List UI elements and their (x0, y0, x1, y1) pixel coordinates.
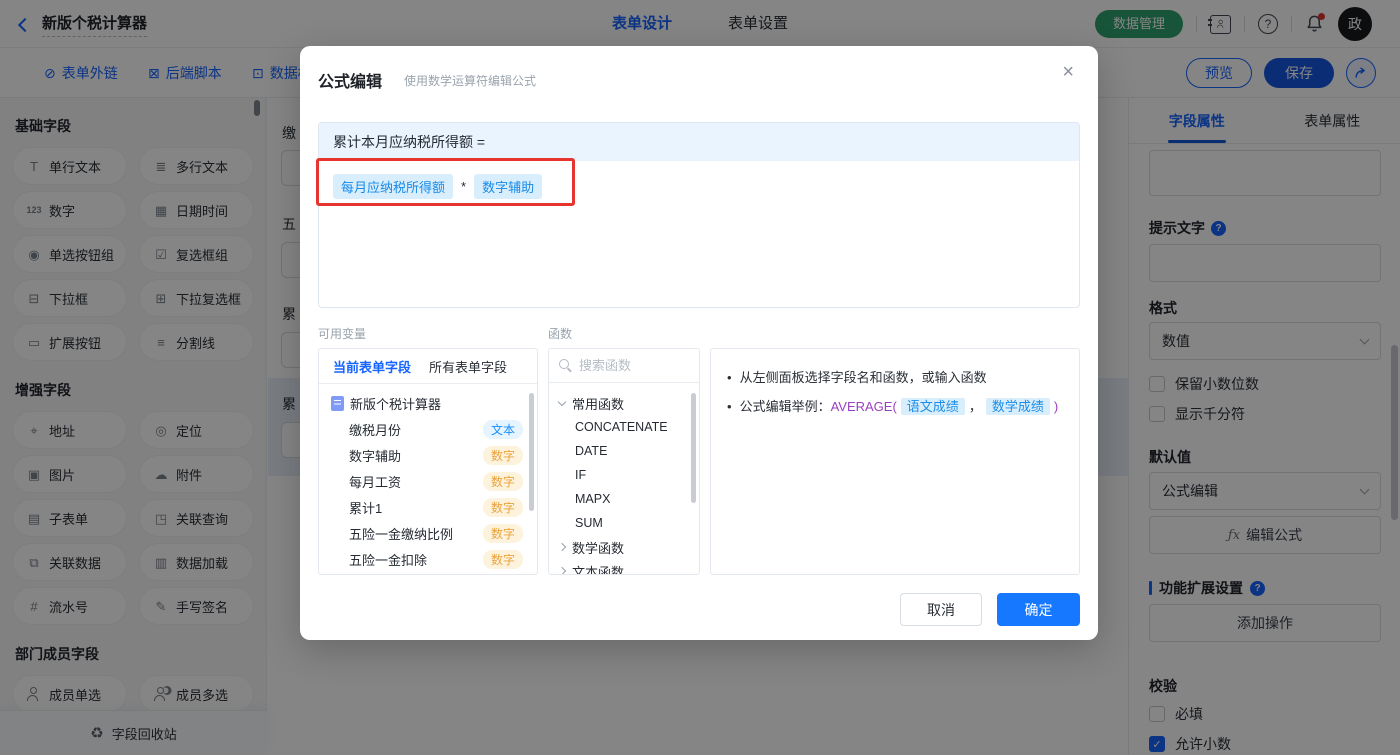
variable-name: 五险一金扣除 (349, 552, 428, 568)
formula-field-token[interactable]: 每月应纳税所得额 (333, 174, 454, 199)
formula-operator: * (461, 179, 467, 194)
variable-name: 缴税月份 (349, 422, 402, 438)
function-name: DATE (575, 444, 608, 458)
function-item[interactable]: SUM (549, 511, 699, 535)
formula-editor-modal: 公式编辑 使用数学运算符编辑公式 × 累计本月应纳税所得额 = 每月应纳税所得额… (300, 46, 1098, 640)
variable-row[interactable]: 数字辅助 数字 (319, 442, 537, 468)
variable-name: 数字辅助 (349, 448, 402, 464)
tab-current-form-fields[interactable]: 当前表单字段 (333, 357, 411, 376)
confirm-button[interactable]: 确定 (997, 593, 1080, 626)
formula-help-panel: • 从左侧面板选择字段名和函数，或输入函数 • 公式编辑举例：AVERAGE(语… (710, 348, 1080, 575)
form-doc-icon (331, 395, 344, 411)
group-label: 常用函数 (572, 396, 625, 412)
tab-all-form-fields[interactable]: 所有表单字段 (429, 357, 507, 376)
help-line-2: 公式编辑举例：AVERAGE(语文成绩，数学成绩) (739, 396, 1059, 417)
example-field-chip: 数学成绩 (985, 398, 1050, 415)
group-label: 数学函数 (572, 540, 625, 556)
function-group-text[interactable]: 文本函数 (549, 559, 699, 575)
help-line-1: 从左侧面板选择字段名和函数，或输入函数 (739, 370, 987, 385)
example-field-chip: 语文成绩 (900, 398, 965, 415)
example-label: 公式编辑举例： (739, 399, 831, 414)
example-function-open: AVERAGE( (830, 399, 897, 414)
app-root: 新版个税计算器 表单设计 表单设置 数据管理 ? 政 ⊘ 表单外链 ⊠ 后端脚本 (0, 0, 1400, 755)
function-search-input[interactable] (579, 358, 679, 373)
close-icon[interactable]: × (1062, 62, 1074, 82)
function-name: CONCATENATE (575, 420, 668, 434)
type-badge: 文本 (482, 419, 523, 439)
formula-field-token[interactable]: 数字辅助 (474, 174, 543, 199)
formula-input-area[interactable]: 每月应纳税所得额 * 数字辅助 (319, 161, 1079, 212)
formula-editor: 累计本月应纳税所得额 = 每月应纳税所得额 * 数字辅助 (318, 122, 1080, 308)
search-icon (559, 359, 572, 372)
function-search[interactable] (549, 349, 699, 383)
modal-title: 公式编辑 (318, 74, 383, 91)
example-comma: ， (968, 399, 982, 414)
function-item[interactable]: IF (549, 463, 699, 487)
variables-label: 可用变量 (318, 327, 367, 341)
function-name: IF (575, 468, 587, 482)
function-name: SUM (575, 516, 603, 530)
functions-panel: 常用函数 CONCATENATE DATE IF MAPX SUM 数学函数 文… (548, 348, 700, 575)
chevron-down-icon (557, 397, 567, 406)
variable-name: 累计1 (349, 500, 383, 516)
modal-subtitle: 使用数学运算符编辑公式 (404, 74, 537, 88)
variable-name: 五险一金缴纳比例 (349, 526, 454, 542)
type-badge: 数字 (482, 549, 523, 569)
variable-row[interactable]: 每月工资 数字 (319, 468, 537, 494)
type-badge: 数字 (482, 445, 523, 465)
function-group-math[interactable]: 数学函数 (549, 535, 699, 559)
function-item[interactable]: DATE (549, 439, 699, 463)
variable-row[interactable]: 累计1 数字 (319, 494, 537, 520)
variable-row[interactable]: 五险一金缴纳比例 数字 (319, 520, 537, 546)
formula-target: 累计本月应纳税所得额 = (319, 123, 1079, 161)
function-item[interactable]: MAPX (549, 487, 699, 511)
chevron-right-icon (557, 566, 567, 574)
group-label: 文本函数 (572, 564, 625, 575)
form-name: 新版个税计算器 (350, 396, 442, 412)
functions-scrollbar[interactable] (691, 393, 696, 503)
variables-panel: 当前表单字段 所有表单字段 新版个税计算器 缴税月份 文本 数字辅助 数字 每月工资… (318, 348, 538, 575)
variable-row[interactable]: 数字 (319, 572, 537, 574)
example-function-close: ) (1053, 399, 1059, 414)
variable-name: 每月工资 (349, 474, 402, 490)
variable-row[interactable]: 缴税月份 文本 (319, 416, 537, 442)
type-badge: 数字 (482, 471, 523, 491)
functions-label: 函数 (548, 327, 573, 341)
type-badge: 数字 (482, 497, 523, 517)
function-name: MAPX (575, 492, 611, 506)
chevron-right-icon (557, 542, 567, 552)
cancel-button[interactable]: 取消 (900, 593, 982, 626)
variable-row[interactable]: 五险一金扣除 数字 (319, 546, 537, 572)
variables-scrollbar[interactable] (529, 393, 534, 511)
form-tree-root[interactable]: 新版个税计算器 (319, 390, 537, 416)
type-badge: 数字 (482, 523, 523, 543)
function-group-common[interactable]: 常用函数 (549, 391, 699, 415)
bullet-icon: • (727, 370, 732, 385)
bullet-icon: • (727, 399, 732, 414)
function-item[interactable]: CONCATENATE (549, 415, 699, 439)
